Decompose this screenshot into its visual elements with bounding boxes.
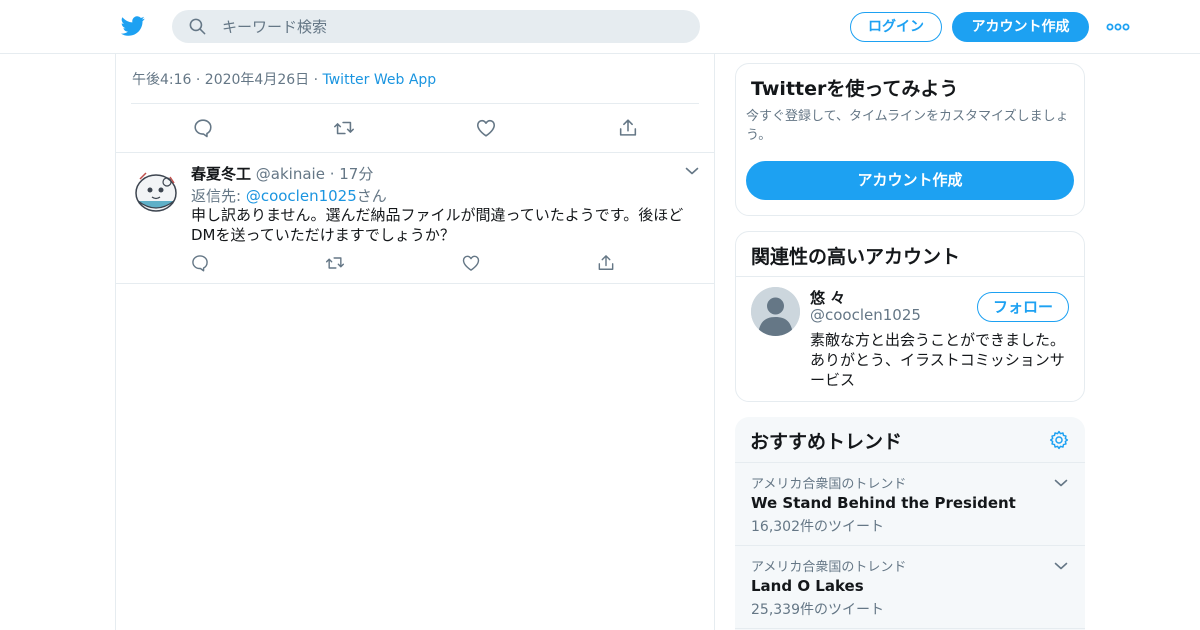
chevron-down-icon[interactable] — [1053, 558, 1069, 574]
related-accounts-title: 関連性の高いアカウント — [751, 246, 961, 268]
divider — [116, 283, 714, 284]
trend-item[interactable]: アメリカ合衆国のトレンド Land O Lakes 25,339件のツイート — [735, 546, 1085, 629]
trend-item[interactable]: アメリカ合衆国のトレンド We Stand Behind the Preside… — [735, 463, 1085, 546]
author-name[interactable]: 春夏冬工 — [191, 165, 251, 183]
share-icon[interactable] — [615, 115, 641, 141]
trend-location: アメリカ合衆国のトレンド — [751, 560, 907, 575]
trend-tweet-count: 16,302件のツイート — [751, 519, 884, 535]
tweet-timeline: 午後4:16 · 2020年4月26日 · Twitter Web App 春夏… — [115, 54, 715, 630]
top-navigation-bar: ログイン アカウント作成 — [0, 0, 1200, 54]
signup-button[interactable]: アカウント作成 — [952, 12, 1089, 42]
reply-header: 春夏冬工 @akinaie · 17分 — [191, 163, 373, 184]
reply-timestamp[interactable]: 17分 — [339, 165, 373, 183]
related-accounts-card: 関連性の高いアカウント 悠 々 @cooclen1025 フォロー 素敵な方と出… — [735, 231, 1085, 402]
twitter-bird-icon[interactable] — [120, 14, 146, 38]
tweet-source-link[interactable]: Twitter Web App — [323, 72, 437, 88]
reply-to-link[interactable]: @cooclen1025 — [246, 187, 357, 205]
divider — [116, 152, 714, 153]
divider — [735, 628, 1085, 629]
trends-title: おすすめトレンド — [750, 431, 903, 453]
signup-card: Twitterを使ってみよう 今すぐ登録して、タイムラインをカスタマイズしましょ… — [735, 63, 1085, 216]
reply-icon[interactable] — [187, 250, 213, 276]
author-handle: @akinaie — [255, 165, 325, 183]
like-icon[interactable] — [473, 115, 499, 141]
divider — [131, 103, 699, 104]
avatar[interactable] — [132, 167, 180, 215]
signup-card-button[interactable]: アカウント作成 — [746, 161, 1074, 200]
reply-icon[interactable] — [190, 115, 216, 141]
gear-icon[interactable] — [1048, 429, 1070, 451]
trend-location: アメリカ合衆国のトレンド — [751, 477, 907, 492]
trend-tweet-count: 25,339件のツイート — [751, 602, 884, 618]
login-button[interactable]: ログイン — [850, 12, 942, 42]
trends-card: おすすめトレンド アメリカ合衆国のトレンド We Stand Behind th… — [735, 417, 1085, 630]
like-icon[interactable] — [458, 250, 484, 276]
search-input[interactable] — [222, 10, 682, 43]
tweet-timestamp[interactable]: 午後4:16 · 2020年4月26日 — [132, 72, 309, 88]
divider — [736, 276, 1084, 277]
account-name[interactable]: 悠 々 — [810, 287, 845, 308]
tweet-text: 申し訳ありません。選んだ納品ファイルが間違っていたようです。後ほどDMを送ってい… — [191, 206, 684, 244]
retweet-icon[interactable] — [331, 115, 357, 141]
search-icon — [188, 17, 207, 36]
share-icon[interactable] — [593, 250, 619, 276]
reply-prefix: 返信先: — [191, 187, 246, 205]
header-separator: · — [324, 165, 340, 183]
signup-card-text: 今すぐ登録して、タイムラインをカスタマイズしましょう。 — [746, 109, 1069, 143]
account-handle: @cooclen1025 — [810, 306, 921, 324]
follow-button[interactable]: フォロー — [977, 292, 1069, 322]
meta-separator: · — [309, 72, 323, 88]
tweet-meta: 午後4:16 · 2020年4月26日 · Twitter Web App — [132, 69, 436, 89]
trend-name[interactable]: Land O Lakes — [751, 577, 864, 595]
retweet-icon[interactable] — [322, 250, 348, 276]
account-bio: 素敵な方と出会うことができました。ありがとう、イラストコミッションサービス — [810, 331, 1066, 389]
chevron-down-icon[interactable] — [1053, 475, 1069, 491]
avatar[interactable] — [751, 287, 800, 336]
search-box[interactable] — [172, 10, 700, 43]
reply-suffix: さん — [356, 187, 387, 205]
more-options-icon[interactable] — [1106, 19, 1130, 35]
trend-name[interactable]: We Stand Behind the President — [751, 494, 1016, 512]
signup-card-title: Twitterを使ってみよう — [751, 78, 959, 100]
chevron-down-icon[interactable] — [684, 163, 700, 179]
reply-context: 返信先: @cooclen1025さん — [191, 185, 387, 206]
